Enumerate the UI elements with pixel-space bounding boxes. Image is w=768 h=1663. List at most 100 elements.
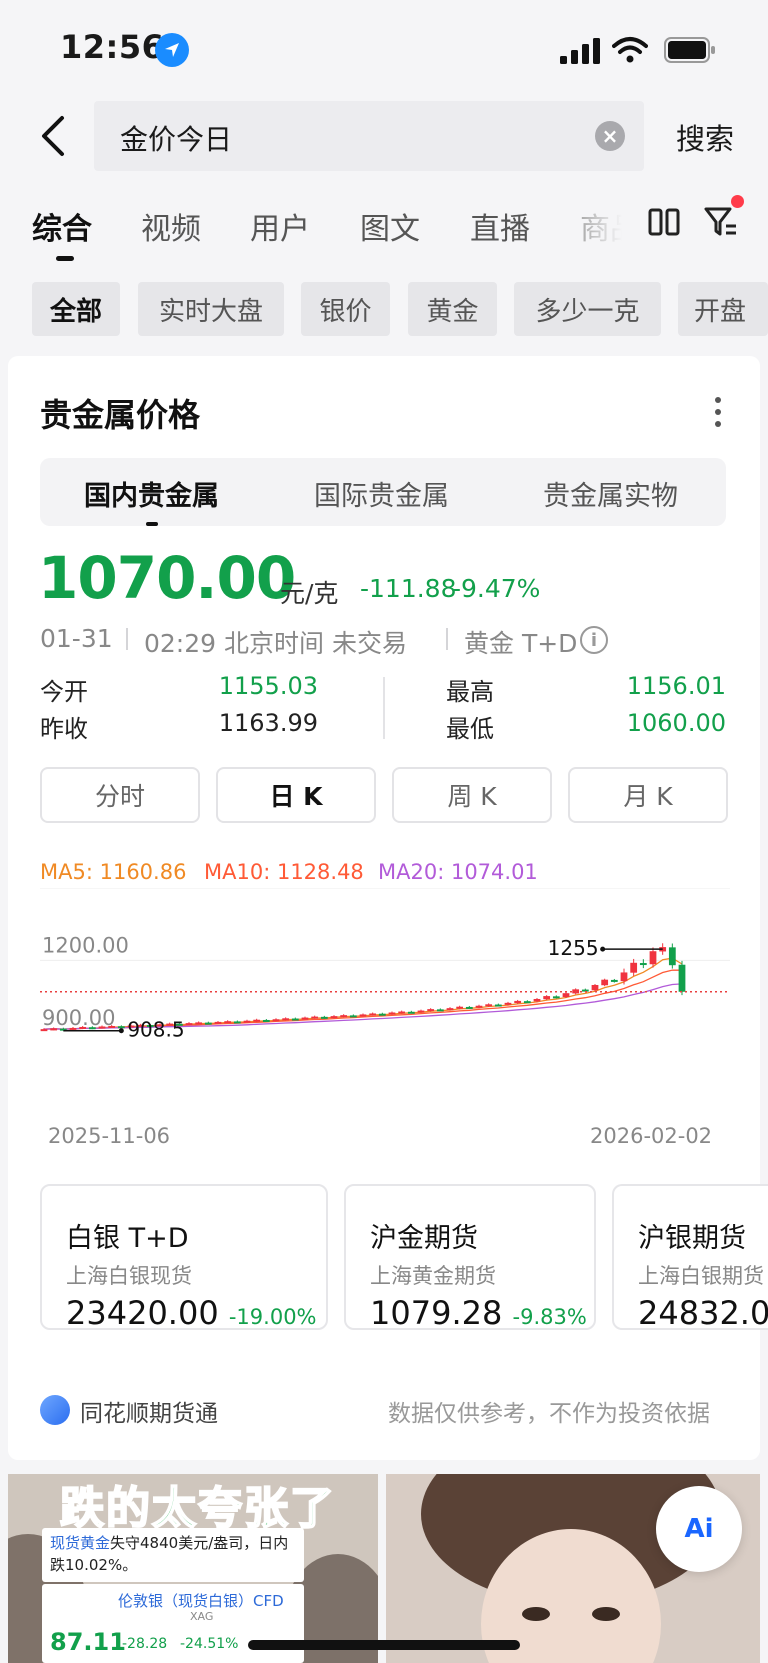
candle-body [79, 1026, 87, 1029]
tab-video[interactable]: 视频 [141, 204, 201, 248]
candle-body [378, 1013, 386, 1016]
chip-per-gram[interactable]: 多少一克 [514, 282, 661, 336]
candle-body [552, 996, 560, 999]
candle-body [233, 1021, 241, 1024]
candle-body [407, 1011, 415, 1014]
quote-time-status: 02:29 北京时间 未交易 [144, 629, 407, 658]
candle-body [214, 1021, 222, 1024]
search-button[interactable]: 搜索 [676, 116, 734, 158]
price-change: -111.88 [360, 574, 457, 603]
chip-silver-price[interactable]: 银价 [301, 282, 390, 336]
stats-divider [383, 677, 385, 739]
news-snippet: 现货黄金失守4840美元/盎司，日内跌10.02%。 [42, 1528, 304, 1582]
candle-body [601, 979, 609, 986]
candle-body [330, 1016, 338, 1019]
related-price: 1079.28 -9.83% [370, 1294, 587, 1330]
candle-body [195, 1022, 203, 1025]
related-price: 24832.0 [638, 1294, 768, 1330]
more-options-icon[interactable] [714, 396, 722, 428]
candle-body [533, 998, 541, 1002]
high-marker-dot [600, 946, 606, 952]
candle-body [349, 1015, 357, 1018]
candlestick-chart[interactable]: 1500.001200.00900.00 1255908.5 [40, 888, 730, 1148]
candle-body [417, 1010, 425, 1013]
candle-body [185, 1023, 193, 1026]
home-indicator[interactable] [248, 1640, 520, 1650]
kline-monthly-button[interactable]: 月 K [568, 767, 728, 823]
related-price: 23420.00 -19.00% [66, 1294, 317, 1330]
high-value: 1156.01 [626, 672, 726, 700]
prev-close-value: 1163.99 [218, 709, 318, 737]
candle-body [243, 1020, 251, 1023]
chart-start-date: 2025-11-06 [48, 1124, 171, 1148]
related-card-shfe-silver[interactable]: 沪银期货 上海白银期货 24832.0 [612, 1184, 768, 1330]
segment-international[interactable]: 国际贵金属 [314, 474, 449, 513]
segment-active-indicator [146, 522, 158, 526]
current-price: 1070.00 [38, 544, 296, 612]
candle-body [311, 1016, 319, 1019]
candle-body [69, 1027, 77, 1030]
segment-physical[interactable]: 贵金属实物 [543, 474, 678, 513]
low-label: 最低 [446, 715, 494, 743]
tab-image-text[interactable]: 图文 [360, 204, 420, 248]
related-subtitle: 上海白银现货 [66, 1264, 192, 1288]
filter-icon[interactable] [704, 206, 738, 238]
open-label: 今开 [40, 678, 88, 706]
candle-body [398, 1011, 406, 1014]
candle-body [668, 947, 676, 966]
prev-close-label: 昨收 [40, 715, 88, 743]
candle-body [436, 1009, 444, 1012]
low-value: 1060.00 [626, 709, 726, 737]
candle-body [446, 1008, 454, 1011]
candle-body [562, 993, 570, 998]
chart-end-date: 2026-02-02 [590, 1124, 713, 1148]
tab-users[interactable]: 用户 [250, 204, 310, 248]
back-arrow-icon[interactable] [36, 112, 72, 160]
candle-body [620, 972, 628, 982]
chip-all[interactable]: 全部 [32, 282, 120, 336]
tab-fade-overlay [580, 195, 640, 255]
brand-name[interactable]: 同花顺期货通 [80, 1394, 218, 1428]
related-card-shfe-gold[interactable]: 沪金期货 上海黄金期货 1079.28 -9.83% [344, 1184, 596, 1330]
ticker-change-percent: -24.51% [180, 1636, 239, 1652]
candle-body [301, 1017, 309, 1020]
ma10-label: MA10: 1128.48 [204, 860, 364, 884]
info-icon[interactable]: i [580, 626, 608, 654]
candle-body [678, 964, 686, 992]
kline-weekly-button[interactable]: 周 K [392, 767, 552, 823]
clear-search-icon[interactable]: × [595, 121, 625, 151]
ai-assistant-button[interactable]: Ai [656, 1486, 742, 1572]
kline-intraday-button[interactable]: 分时 [40, 767, 200, 823]
tab-live[interactable]: 直播 [470, 204, 530, 248]
chip-open[interactable]: 开盘 [678, 282, 768, 336]
related-subtitle: 上海黄金期货 [370, 1264, 496, 1288]
high-label: 最高 [446, 678, 494, 706]
candle-body [514, 1000, 522, 1004]
quote-date: 01-31 [40, 624, 113, 653]
tab-comprehensive[interactable]: 综合 [32, 204, 92, 248]
chip-realtime-market[interactable]: 实时大盘 [138, 282, 284, 336]
candle-body [340, 1015, 348, 1018]
kline-daily-button[interactable]: 日 K [216, 767, 376, 823]
candle-body [359, 1014, 367, 1017]
notification-dot [731, 195, 744, 208]
related-title: 白银 T+D [66, 1223, 189, 1254]
candle-body [117, 1026, 125, 1029]
ticker-symbol: XAG [190, 1610, 214, 1623]
segment-domestic[interactable]: 国内贵金属 [84, 474, 219, 513]
related-card-silver-td[interactable]: 白银 T+D 上海白银现货 23420.00 -19.00% [40, 1184, 328, 1330]
candle-body [465, 1006, 473, 1009]
two-column-layout-icon[interactable] [648, 208, 680, 236]
candle-body [40, 1029, 48, 1032]
high-annotation: 1255 [548, 936, 599, 960]
ma20-label: MA20: 1074.01 [378, 860, 538, 884]
chip-gold[interactable]: 黄金 [408, 282, 497, 336]
candle-body [204, 1022, 212, 1025]
candle-body [98, 1026, 106, 1029]
candle-body [282, 1018, 290, 1021]
y-tick-label: 1200.00 [42, 933, 129, 957]
location-arrow-icon [155, 33, 189, 67]
candle-body [630, 962, 638, 973]
ticker-name: 伦敦银（现货白银）CFD [118, 1592, 284, 1610]
instrument-name: 黄金 T+D [464, 629, 578, 658]
